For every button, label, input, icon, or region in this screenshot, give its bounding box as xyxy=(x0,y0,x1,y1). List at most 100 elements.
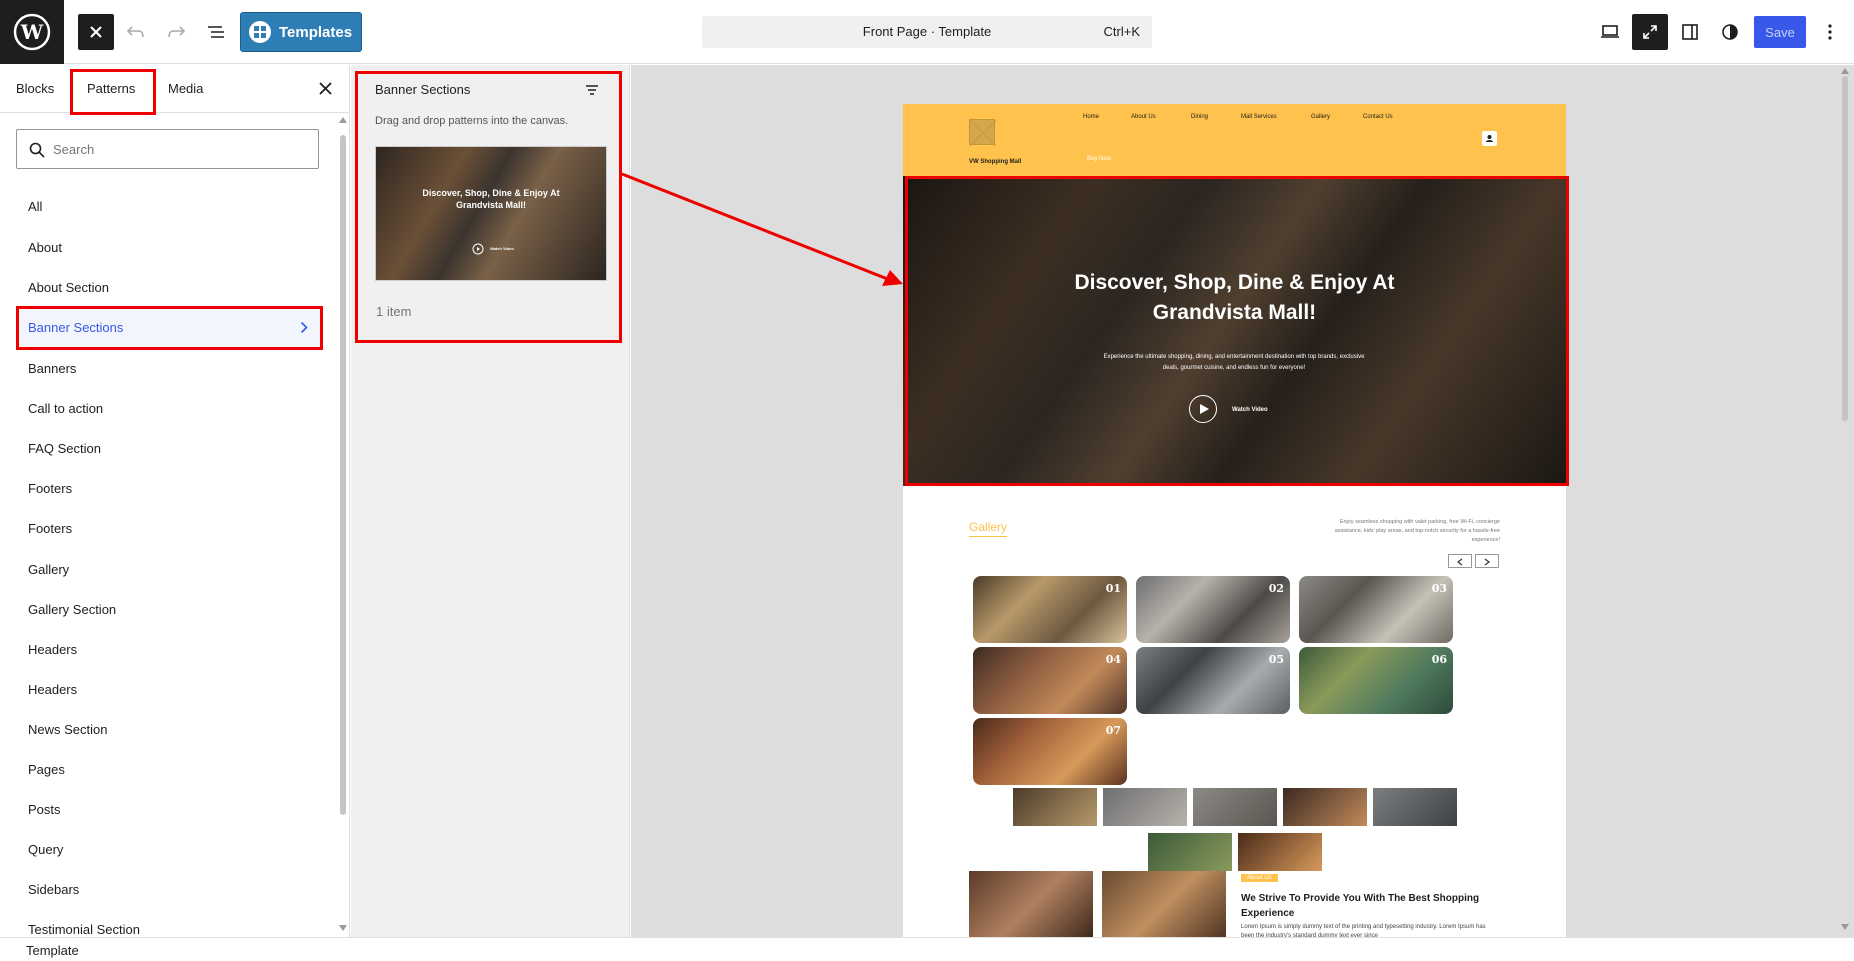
panel-hint: Drag and drop patterns into the canvas. xyxy=(375,115,569,127)
gallery-next-button[interactable] xyxy=(1475,554,1499,568)
close-icon[interactable] xyxy=(319,82,332,95)
breadcrumb[interactable]: Template xyxy=(26,943,79,958)
category-headers[interactable]: Headers xyxy=(28,642,77,657)
gallery-image[interactable]: 06 xyxy=(1299,647,1453,714)
gallery-number: 05 xyxy=(1268,653,1284,666)
category-sidebars[interactable]: Sidebars xyxy=(28,882,79,897)
svg-text:W: W xyxy=(20,20,44,44)
category-banner-sections: Banner Sections xyxy=(28,320,124,335)
thumbnail-strip-image[interactable] xyxy=(1238,833,1322,871)
canvas-scroll-down-icon[interactable] xyxy=(1841,924,1849,930)
close-inserter-button[interactable] xyxy=(78,14,114,50)
category-call-to-action[interactable]: Call to action xyxy=(28,401,103,416)
sidebar-scrollbar[interactable] xyxy=(340,135,346,815)
nav-home[interactable]: Home xyxy=(1083,114,1099,120)
thumb-title: Discover, Shop, Dine & Enjoy At Grandvis… xyxy=(422,188,560,210)
undo-icon[interactable] xyxy=(118,14,154,50)
nav-gallery[interactable]: Gallery xyxy=(1311,114,1330,120)
thumbnail-strip-image[interactable] xyxy=(1103,788,1187,826)
thumb-play-icon xyxy=(472,243,484,255)
document-title: Front Page · Template xyxy=(862,24,992,39)
options-menu-icon[interactable] xyxy=(1812,14,1848,50)
thumbnail-strip-image[interactable] xyxy=(1283,788,1367,826)
user-icon[interactable] xyxy=(1482,131,1497,146)
templates-button[interactable]: Templates xyxy=(240,12,362,52)
category-query[interactable]: Query xyxy=(28,842,63,857)
thumbnail-strip-image[interactable] xyxy=(1193,788,1277,826)
nav-mall-services[interactable]: Mall Services xyxy=(1241,114,1277,120)
pattern-preview-banner[interactable]: Discover, Shop, Dine & Enjoy At Grandvis… xyxy=(375,146,607,281)
wordpress-logo-icon[interactable]: W xyxy=(0,0,64,64)
category-news-section[interactable]: News Section xyxy=(28,722,107,737)
filter-icon[interactable] xyxy=(585,84,599,96)
gallery-number: 04 xyxy=(1105,653,1121,666)
site-brand: VW Shopping Mall xyxy=(969,159,1022,165)
nav-contact[interactable]: Contact Us xyxy=(1363,114,1393,120)
gallery-heading: Gallery xyxy=(969,520,1008,537)
category-gallery-section[interactable]: Gallery Section xyxy=(28,602,116,617)
annotation-arrow xyxy=(621,172,903,286)
settings-sidebar-icon[interactable] xyxy=(1672,14,1708,50)
thumb-background-image xyxy=(376,147,606,280)
thumb-watch-video: Watch Video xyxy=(490,246,514,251)
scroll-down-arrow-icon[interactable] xyxy=(339,925,347,931)
templates-icon xyxy=(249,21,271,43)
gallery-number: 01 xyxy=(1105,582,1121,595)
command-palette-button[interactable]: Front Page · Template Ctrl+K xyxy=(702,16,1152,48)
shortcut-label: Ctrl+K xyxy=(1103,24,1140,39)
editor-topbar: W Templates Front Page · Template Ctrl+K… xyxy=(0,0,1854,64)
tab-media[interactable]: Media xyxy=(168,81,203,96)
styles-icon[interactable] xyxy=(1712,14,1748,50)
category-gallery[interactable]: Gallery xyxy=(28,562,69,577)
thumbnail-strip-image[interactable] xyxy=(1373,788,1457,826)
thumbnail-strip-image[interactable] xyxy=(1013,788,1097,826)
gallery-image[interactable]: 05 xyxy=(1136,647,1290,714)
category-faq-section[interactable]: FAQ Section xyxy=(28,441,101,456)
nav-about[interactable]: About Us xyxy=(1131,114,1156,120)
category-footers[interactable]: Footers xyxy=(28,481,72,496)
category-footers-2[interactable]: Footers xyxy=(28,521,72,536)
category-about[interactable]: About xyxy=(28,240,62,255)
pattern-category-panel: Banner Sections Drag and drop patterns i… xyxy=(351,65,630,937)
category-testimonial-section[interactable]: Testimonial Section xyxy=(28,922,140,937)
about-text: Lorem Ipsum is simply dummy text of the … xyxy=(1241,924,1486,937)
category-banner-sections-selected[interactable]: Banner Sections xyxy=(16,306,323,350)
redo-icon[interactable] xyxy=(158,14,194,50)
gallery-image[interactable]: 02 xyxy=(1136,576,1290,643)
canvas-scrollbar[interactable] xyxy=(1842,76,1848,421)
gallery-image[interactable]: 04 xyxy=(973,647,1127,714)
gallery-image[interactable]: 03 xyxy=(1299,576,1453,643)
about-badge: About Us xyxy=(1241,874,1278,882)
category-pages[interactable]: Pages xyxy=(28,762,65,777)
gallery-number: 02 xyxy=(1268,582,1284,595)
zoom-out-icon[interactable] xyxy=(1632,14,1668,50)
pattern-count: 1 item xyxy=(376,304,412,319)
site-logo-placeholder xyxy=(969,119,997,147)
category-headers-2[interactable]: Headers xyxy=(28,682,77,697)
annotation-box-patterns xyxy=(70,69,156,115)
nav-dining[interactable]: Dining xyxy=(1191,114,1208,120)
document-overview-icon[interactable] xyxy=(198,14,234,50)
about-image-arcade xyxy=(1102,871,1226,937)
category-about-section[interactable]: About Section xyxy=(28,280,109,295)
gallery-description: Enjoy seamless shopping with valet parki… xyxy=(1334,519,1500,543)
canvas-scroll-up-icon[interactable] xyxy=(1841,68,1849,74)
category-posts[interactable]: Posts xyxy=(28,802,61,817)
annotation-box-hero xyxy=(905,176,1569,486)
gallery-prev-button[interactable] xyxy=(1448,554,1472,568)
desktop-preview-icon[interactable] xyxy=(1592,14,1628,50)
search-input[interactable]: Search xyxy=(16,129,319,169)
thumbnail-strip-image[interactable] xyxy=(1148,833,1232,871)
category-banners[interactable]: Banners xyxy=(28,361,76,376)
buy-now-link[interactable]: Buy Now xyxy=(1087,156,1111,162)
templates-label: Templates xyxy=(279,23,353,41)
category-all[interactable]: All xyxy=(28,199,42,214)
scroll-up-arrow-icon[interactable] xyxy=(339,117,347,123)
inserter-tabs: Blocks Patterns Media xyxy=(0,65,350,115)
gallery-number: 03 xyxy=(1431,582,1447,595)
save-button[interactable]: Save xyxy=(1754,16,1806,48)
tab-blocks[interactable]: Blocks xyxy=(16,81,54,96)
about-title: We Strive To Provide You With The Best S… xyxy=(1241,893,1480,919)
gallery-image[interactable]: 07 xyxy=(973,718,1127,785)
gallery-image[interactable]: 01 xyxy=(973,576,1127,643)
